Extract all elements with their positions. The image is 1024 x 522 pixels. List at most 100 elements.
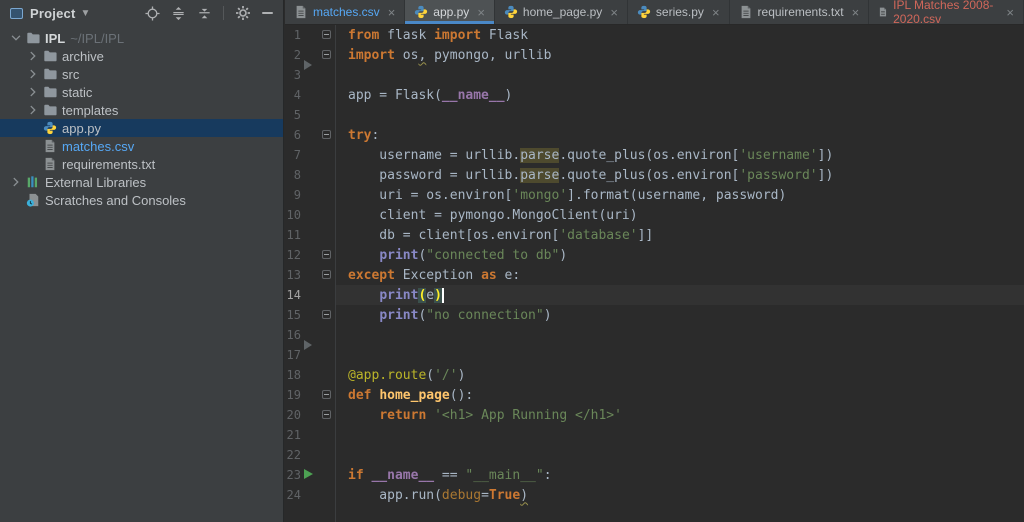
line-number[interactable]: 14 — [285, 288, 301, 302]
close-icon[interactable]: × — [477, 6, 485, 19]
locate-icon[interactable] — [145, 6, 160, 21]
collapse-all-icon[interactable] — [197, 6, 212, 21]
code-line-7[interactable]: 7 username = urllib.parse.quote_plus(os.… — [285, 145, 1024, 165]
gutter[interactable] — [301, 485, 335, 505]
close-icon[interactable]: × — [712, 6, 720, 19]
line-number[interactable]: 8 — [285, 168, 301, 182]
tab-requirements-txt[interactable]: requirements.txt× — [730, 0, 870, 24]
code-line-12[interactable]: 12 print("connected to db") — [285, 245, 1024, 265]
code-line-19[interactable]: 19def home_page(): — [285, 385, 1024, 405]
gutter[interactable] — [301, 405, 335, 425]
tree-item-ipl[interactable]: IPL~/IPL/IPL — [0, 29, 283, 47]
close-icon[interactable]: × — [1006, 6, 1014, 19]
code-line-18[interactable]: 18@app.route('/') — [285, 365, 1024, 385]
tree-item-scratches-and-consoles[interactable]: Scratches and Consoles — [0, 191, 283, 209]
line-number[interactable]: 19 — [285, 388, 301, 402]
fold-start-icon[interactable] — [322, 270, 331, 279]
gutter[interactable] — [301, 245, 335, 265]
close-icon[interactable]: × — [388, 6, 396, 19]
gutter[interactable] — [301, 305, 335, 325]
gutter[interactable] — [301, 385, 335, 405]
line-number[interactable]: 1 — [285, 28, 301, 42]
line-number[interactable]: 10 — [285, 208, 301, 222]
line-number[interactable]: 2 — [285, 48, 301, 62]
line-number[interactable]: 7 — [285, 148, 301, 162]
code-line-9[interactable]: 9 uri = os.environ['mongo'].format(usern… — [285, 185, 1024, 205]
line-number[interactable]: 16 — [285, 328, 301, 342]
tree-item-static[interactable]: static — [0, 83, 283, 101]
gutter[interactable] — [301, 105, 335, 125]
chevron-right-icon[interactable] — [26, 85, 40, 99]
gutter[interactable] — [301, 205, 335, 225]
expand-all-icon[interactable] — [171, 6, 186, 21]
line-number[interactable]: 21 — [285, 428, 301, 442]
code-line-10[interactable]: 10 client = pymongo.MongoClient(uri) — [285, 205, 1024, 225]
code-line-3[interactable]: 3 — [285, 65, 1024, 85]
tab-matches-csv[interactable]: matches.csv× — [285, 0, 405, 24]
code-line-17[interactable]: 17 — [285, 345, 1024, 365]
gutter[interactable] — [301, 165, 335, 185]
gutter[interactable] — [301, 345, 335, 365]
tab-ipl-matches-2008-2020-csv[interactable]: IPL Matches 2008-2020.csv× — [869, 0, 1024, 24]
gutter[interactable] — [301, 365, 335, 385]
fold-start-icon[interactable] — [322, 130, 331, 139]
hide-panel-icon[interactable] — [262, 12, 273, 14]
tree-item-app-py[interactable]: app.py — [0, 119, 283, 137]
line-number[interactable]: 13 — [285, 268, 301, 282]
line-number[interactable]: 5 — [285, 108, 301, 122]
gutter[interactable] — [301, 445, 335, 465]
tab-home-page-py[interactable]: home_page.py× — [495, 0, 628, 24]
gutter[interactable] — [301, 225, 335, 245]
line-number[interactable]: 20 — [285, 408, 301, 422]
tree-item-templates[interactable]: templates — [0, 101, 283, 119]
code-line-24[interactable]: 24 app.run(debug=True) — [285, 485, 1024, 505]
code-line-1[interactable]: 1from flask import Flask — [285, 25, 1024, 45]
code-line-23[interactable]: 23if __name__ == "__main__": — [285, 465, 1024, 485]
fold-start-icon[interactable] — [322, 30, 331, 39]
gutter[interactable] — [301, 285, 335, 305]
line-number[interactable]: 15 — [285, 308, 301, 322]
gear-icon[interactable] — [235, 5, 251, 21]
line-number[interactable]: 3 — [285, 68, 301, 82]
fold-start-icon[interactable] — [322, 390, 331, 399]
code-line-6[interactable]: 6try: — [285, 125, 1024, 145]
gutter[interactable] — [301, 125, 335, 145]
close-icon[interactable]: × — [610, 6, 618, 19]
chevron-down-icon[interactable]: ▼ — [80, 8, 90, 19]
code-line-11[interactable]: 11 db = client[os.environ['database']] — [285, 225, 1024, 245]
fold-end-icon[interactable] — [322, 410, 331, 419]
code-line-20[interactable]: 20 return '<h1> App Running </h1>' — [285, 405, 1024, 425]
gutter[interactable] — [301, 465, 335, 485]
line-number[interactable]: 24 — [285, 488, 301, 502]
gutter[interactable] — [301, 265, 335, 285]
tree-item-src[interactable]: src — [0, 65, 283, 83]
collapsed-region-icon[interactable] — [304, 60, 312, 70]
code-line-21[interactable]: 21 — [285, 425, 1024, 445]
code-line-16[interactable]: 16 — [285, 325, 1024, 345]
fold-end-icon[interactable] — [322, 310, 331, 319]
code-line-14[interactable]: 14 print(e) — [285, 285, 1024, 305]
line-number[interactable]: 18 — [285, 368, 301, 382]
tree-item-requirements-txt[interactable]: requirements.txt — [0, 155, 283, 173]
run-icon[interactable] — [304, 469, 313, 479]
line-number[interactable]: 6 — [285, 128, 301, 142]
code-line-8[interactable]: 8 password = urllib.parse.quote_plus(os.… — [285, 165, 1024, 185]
fold-end-icon[interactable] — [322, 250, 331, 259]
gutter[interactable] — [301, 85, 335, 105]
chevron-right-icon[interactable] — [9, 175, 23, 189]
tree-item-external-libraries[interactable]: External Libraries — [0, 173, 283, 191]
line-number[interactable]: 4 — [285, 88, 301, 102]
code-line-15[interactable]: 15 print("no connection") — [285, 305, 1024, 325]
chevron-down-icon[interactable] — [9, 31, 23, 45]
chevron-right-icon[interactable] — [26, 67, 40, 81]
tree-item-matches-csv[interactable]: matches.csv — [0, 137, 283, 155]
chevron-right-icon[interactable] — [26, 49, 40, 63]
line-number[interactable]: 11 — [285, 228, 301, 242]
line-number[interactable]: 17 — [285, 348, 301, 362]
tree-item-archive[interactable]: archive — [0, 47, 283, 65]
gutter[interactable] — [301, 25, 335, 45]
line-number[interactable]: 22 — [285, 448, 301, 462]
code-line-2[interactable]: 2import os, pymongo, urllib — [285, 45, 1024, 65]
code-line-4[interactable]: 4app = Flask(__name__) — [285, 85, 1024, 105]
gutter[interactable] — [301, 185, 335, 205]
